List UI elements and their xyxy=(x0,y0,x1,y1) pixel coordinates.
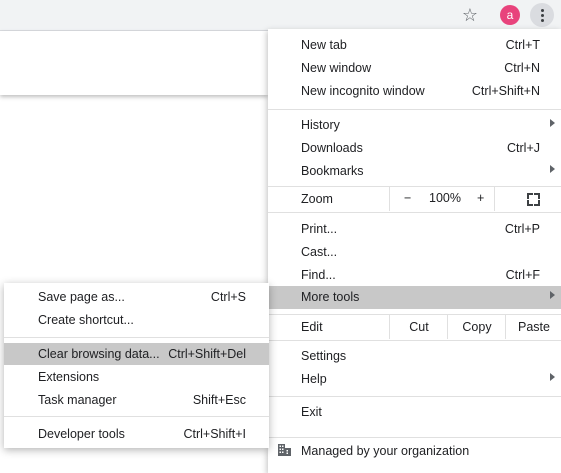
menu-item-label: Task manager xyxy=(38,393,117,407)
edit-label: Edit xyxy=(301,320,323,334)
menu-divider xyxy=(268,109,561,110)
fullscreen-icon[interactable] xyxy=(527,193,540,206)
edit-row: Edit Cut Copy Paste xyxy=(268,314,561,341)
managed-label: Managed by your organization xyxy=(301,444,470,458)
browser-toolbar: ☆ a xyxy=(0,0,561,31)
chrome-menu-button[interactable] xyxy=(530,3,554,27)
menu-item-new-incognito-window[interactable]: New incognito window Ctrl+Shift+N xyxy=(268,80,561,103)
profile-avatar-button[interactable]: a xyxy=(498,3,522,27)
zoom-controls: − 100% + xyxy=(389,186,495,211)
menu-item-label: History xyxy=(301,118,340,132)
menu-item-label: Clear browsing data... xyxy=(38,347,160,361)
menu-item-shortcut: Ctrl+P xyxy=(504,222,540,236)
paste-button[interactable]: Paste xyxy=(505,314,561,339)
menu-item-shortcut: Ctrl+N xyxy=(504,61,540,75)
menu-item-shortcut: Ctrl+S xyxy=(210,290,246,304)
menu-item-label: New incognito window xyxy=(301,84,425,98)
menu-item-label: New tab xyxy=(301,38,347,52)
menu-item-print[interactable]: Print... Ctrl+P xyxy=(268,218,561,241)
menu-divider xyxy=(4,337,269,338)
menu-item-bookmarks[interactable]: Bookmarks xyxy=(268,160,561,183)
menu-item-exit[interactable]: Exit xyxy=(268,401,561,424)
menu-divider xyxy=(268,396,561,397)
menu-item-label: New window xyxy=(301,61,372,75)
menu-item-help[interactable]: Help xyxy=(268,368,561,391)
menu-item-label: Settings xyxy=(301,349,347,363)
menu-item-shortcut: Ctrl+F xyxy=(505,268,540,282)
menu-item-label: Developer tools xyxy=(38,427,125,441)
zoom-level: 100% xyxy=(429,191,461,205)
menu-item-label: Downloads xyxy=(301,141,363,155)
copy-button[interactable]: Copy xyxy=(447,314,506,339)
menu-item-history[interactable]: History xyxy=(268,114,561,137)
menu-item-shortcut: Ctrl+Shift+I xyxy=(183,427,246,441)
chevron-right-icon xyxy=(550,373,555,381)
zoom-out-button[interactable]: − xyxy=(404,191,411,205)
zoom-row: Zoom − 100% + xyxy=(268,186,561,213)
menu-item-find[interactable]: Find... Ctrl+F xyxy=(268,264,561,287)
menu-item-new-window[interactable]: New window Ctrl+N xyxy=(268,57,561,80)
avatar: a xyxy=(500,5,520,25)
cut-button[interactable]: Cut xyxy=(389,314,448,339)
chevron-right-icon xyxy=(550,291,555,299)
menu-item-cast[interactable]: Cast... xyxy=(268,241,561,264)
menu-item-label: Save page as... xyxy=(38,290,125,304)
menu-item-label: Extensions xyxy=(38,370,100,384)
menu-item-label: Find... xyxy=(301,268,336,282)
menu-item-shortcut: Ctrl+J xyxy=(507,141,540,155)
chrome-main-menu: New tab Ctrl+T New window Ctrl+N New inc… xyxy=(268,29,561,473)
page-content-panel xyxy=(0,31,268,95)
menu-item-new-tab[interactable]: New tab Ctrl+T xyxy=(268,34,561,57)
menu-divider xyxy=(4,416,269,417)
submenu-item-save-page-as[interactable]: Save page as... Ctrl+S xyxy=(4,286,269,308)
chevron-right-icon xyxy=(550,119,555,127)
menu-item-label: Help xyxy=(301,372,327,386)
bookmark-star-icon[interactable]: ☆ xyxy=(458,3,482,27)
menu-item-label: Create shortcut... xyxy=(38,313,134,327)
menu-item-label: Cast... xyxy=(301,245,338,259)
zoom-in-button[interactable]: + xyxy=(477,191,484,205)
chevron-right-icon xyxy=(550,165,555,173)
menu-item-shortcut: Ctrl+Shift+N xyxy=(471,84,540,98)
menu-item-label: Print... xyxy=(301,222,338,236)
menu-item-shortcut: Ctrl+Shift+Del xyxy=(168,347,246,361)
menu-item-settings[interactable]: Settings xyxy=(268,345,561,368)
zoom-label: Zoom xyxy=(301,192,333,206)
menu-item-shortcut: Shift+Esc xyxy=(192,393,246,407)
managed-by-organization[interactable]: Managed by your organization xyxy=(268,437,561,464)
submenu-item-developer-tools[interactable]: Developer tools Ctrl+Shift+I xyxy=(4,423,269,445)
three-dot-vertical-icon xyxy=(540,8,544,22)
menu-item-more-tools[interactable]: More tools xyxy=(268,286,561,309)
submenu-item-clear-browsing-data[interactable]: Clear browsing data... Ctrl+Shift+Del xyxy=(4,343,269,365)
submenu-item-task-manager[interactable]: Task manager Shift+Esc xyxy=(4,389,269,411)
more-tools-submenu: Save page as... Ctrl+S Create shortcut..… xyxy=(4,283,269,448)
menu-item-downloads[interactable]: Downloads Ctrl+J xyxy=(268,137,561,160)
menu-item-shortcut: Ctrl+T xyxy=(505,38,540,52)
submenu-item-create-shortcut[interactable]: Create shortcut... xyxy=(4,309,269,331)
menu-item-label: Exit xyxy=(301,405,322,419)
building-icon xyxy=(278,444,291,456)
menu-item-label: More tools xyxy=(301,290,360,304)
submenu-item-extensions[interactable]: Extensions xyxy=(4,366,269,388)
menu-item-label: Bookmarks xyxy=(301,164,364,178)
